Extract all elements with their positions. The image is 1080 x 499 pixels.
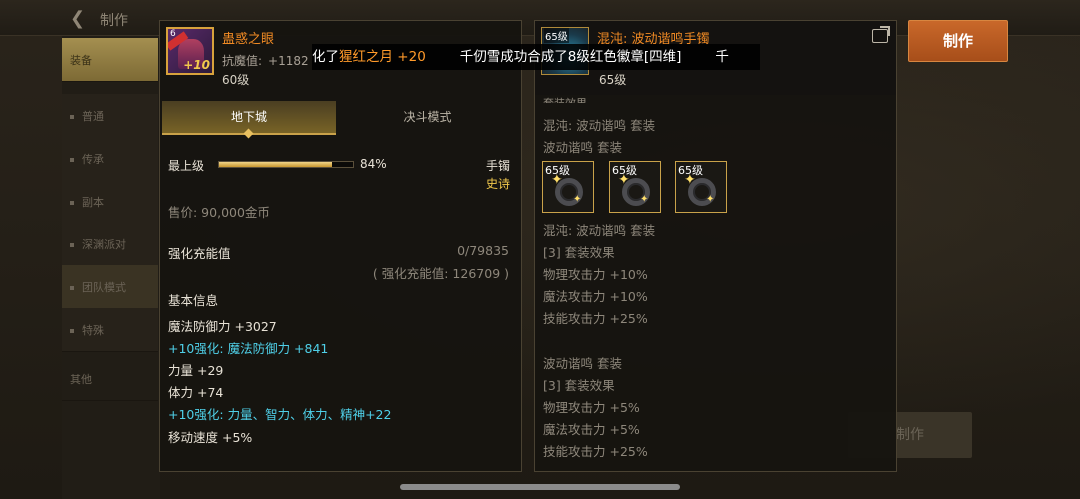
tab-dungeon[interactable]: 地下城 bbox=[162, 101, 336, 139]
sidebar-item-abyss[interactable]: 深渊派对 bbox=[62, 222, 158, 266]
slot-level: 65级 bbox=[678, 164, 703, 177]
sidebar-item-special[interactable]: 特殊 bbox=[62, 308, 158, 352]
sidebar-item-other[interactable]: 其他 bbox=[62, 357, 158, 401]
bullet-icon bbox=[70, 201, 74, 205]
sidebar-item-label: 特殊 bbox=[82, 324, 104, 337]
set-effect-line: 技能攻击力 +25% bbox=[543, 444, 648, 459]
sidebar-item-label: 装备 bbox=[70, 54, 92, 67]
stat-line: 体力 +74 bbox=[168, 385, 224, 400]
item-level: 60级 bbox=[222, 73, 250, 87]
home-indicator[interactable] bbox=[400, 484, 680, 490]
icon-plus: +10 bbox=[183, 58, 210, 72]
stat-line: 力量 +29 bbox=[168, 363, 224, 378]
stat-line: 魔法防御力 +3027 bbox=[168, 319, 277, 334]
slot-level: 65级 bbox=[612, 164, 637, 177]
item-tooltip-left: 6 +10 蛊惑之眼 抗魔值: +1182 60级 地下城 决斗模式 最上级 84… bbox=[159, 20, 522, 472]
bullet-icon bbox=[70, 115, 74, 119]
tab-indicator-icon bbox=[243, 128, 254, 139]
basic-info-label: 基本信息 bbox=[168, 293, 219, 308]
icon-level: 6 bbox=[170, 29, 176, 39]
grade-progress-bar bbox=[218, 161, 354, 168]
sidebar-item-raid[interactable]: 团队模式 bbox=[62, 265, 158, 309]
tab-label: 地下城 bbox=[230, 110, 267, 124]
bullet-icon bbox=[70, 286, 74, 290]
set-name: 混沌: 波动谐鸣 套装 bbox=[543, 118, 656, 133]
set-effect-line: 物理攻击力 +5% bbox=[543, 400, 640, 415]
set-effect-line: 技能攻击力 +25% bbox=[543, 311, 648, 326]
set-name: 波动谐鸣 套装 bbox=[543, 140, 622, 155]
sidebar-item-inherit[interactable]: 传承 bbox=[62, 137, 158, 181]
back-arrow-icon[interactable]: ❮ bbox=[70, 8, 85, 29]
sidebar-item-normal[interactable]: 普通 bbox=[62, 94, 158, 138]
set-item-slot[interactable]: ✦ ✦ 65级 bbox=[675, 161, 727, 213]
ticker-highlight: 猩红之月 +20 bbox=[339, 49, 426, 65]
sidebar-item-label: 普通 bbox=[82, 110, 104, 123]
slot-type: 手镯 bbox=[486, 159, 511, 173]
set-item-slot[interactable]: ✦ ✦ 65级 bbox=[542, 161, 594, 213]
mode-tabs: 地下城 决斗模式 bbox=[162, 101, 519, 139]
tab-duel[interactable]: 决斗模式 bbox=[336, 101, 519, 135]
ticker-text: 化了 bbox=[312, 49, 339, 65]
broadcast-ticker: 化了猩红之月 +20 千仞雪成功合成了8级红色徽章[四维] 千 bbox=[312, 44, 760, 70]
item-level: 65级 bbox=[599, 73, 627, 87]
sparkle-icon: ✦ bbox=[640, 194, 649, 205]
item-name: 蛊惑之眼 bbox=[222, 32, 275, 47]
set-item-slot[interactable]: ✦ ✦ 65级 bbox=[609, 161, 661, 213]
bullet-icon bbox=[70, 158, 74, 162]
top-bar-title[interactable]: 制作 bbox=[100, 10, 128, 30]
resist-number: +1182 bbox=[268, 54, 309, 68]
stat-line: 移动速度 +5% bbox=[168, 430, 253, 445]
item-icon: 6 +10 bbox=[166, 27, 214, 75]
rarity: 史诗 bbox=[486, 177, 511, 191]
sidebar-item-label: 传承 bbox=[82, 153, 104, 166]
stat-line: +10强化: 力量、智力、体力、精神+22 bbox=[168, 407, 392, 422]
set-block-title: 混沌: 波动谐鸣 套装 bbox=[543, 223, 656, 238]
set-effect-header: 套装效果 bbox=[543, 95, 587, 103]
charge-value: 0/79835 bbox=[457, 243, 509, 258]
grade-percent: 84% bbox=[360, 157, 387, 171]
charge-label: 强化充能值 bbox=[168, 246, 231, 261]
ticker-text: 千仞雪成功合成了8级红色徽章[四维] bbox=[459, 49, 682, 65]
set-effect-title: [3] 套装效果 bbox=[543, 378, 615, 393]
stat-line: +10强化: 魔法防御力 +841 bbox=[168, 341, 329, 356]
icon-level: 65级 bbox=[544, 28, 569, 43]
price: 售价: 90,000金币 bbox=[168, 205, 270, 220]
share-icon[interactable] bbox=[872, 26, 890, 43]
sidebar-item-dungeon[interactable]: 副本 bbox=[62, 180, 158, 224]
item-tooltip-right: 65级 混沌: 波动谐鸣手镯 65级 套装效果 混沌: 波动谐鸣 套装 波动谐鸣… bbox=[534, 20, 897, 472]
grade-label: 最上级 bbox=[168, 159, 205, 173]
sidebar-item-label: 团队模式 bbox=[82, 281, 126, 294]
set-effect-title: [3] 套装效果 bbox=[543, 245, 615, 260]
bullet-icon bbox=[70, 243, 74, 247]
charge-sub: ( 强化充能值: 126709 ) bbox=[372, 266, 509, 281]
sidebar-item-label: 其他 bbox=[70, 373, 92, 386]
grade-progress-fill bbox=[219, 162, 332, 167]
set-block-title: 波动谐鸣 套装 bbox=[543, 356, 622, 371]
bullet-icon bbox=[70, 329, 74, 333]
set-effect-line: 魔法攻击力 +5% bbox=[543, 422, 640, 437]
ticker-text: 千 bbox=[715, 49, 729, 65]
resist-value: 抗魔值: +1182 bbox=[222, 52, 309, 69]
sidebar-item-label: 深渊派对 bbox=[82, 238, 126, 251]
set-effect-line: 物理攻击力 +10% bbox=[543, 267, 648, 282]
sparkle-icon: ✦ bbox=[706, 194, 715, 205]
sidebar-item-label: 副本 bbox=[82, 196, 104, 209]
sparkle-icon: ✦ bbox=[573, 194, 582, 205]
set-effect-line: 魔法攻击力 +10% bbox=[543, 289, 648, 304]
craft-button[interactable]: 制作 bbox=[908, 20, 1008, 62]
slot-level: 65级 bbox=[545, 164, 570, 177]
resist-label: 抗魔值: bbox=[222, 54, 263, 68]
sidebar-item-equipment[interactable]: 装备 bbox=[62, 38, 158, 82]
